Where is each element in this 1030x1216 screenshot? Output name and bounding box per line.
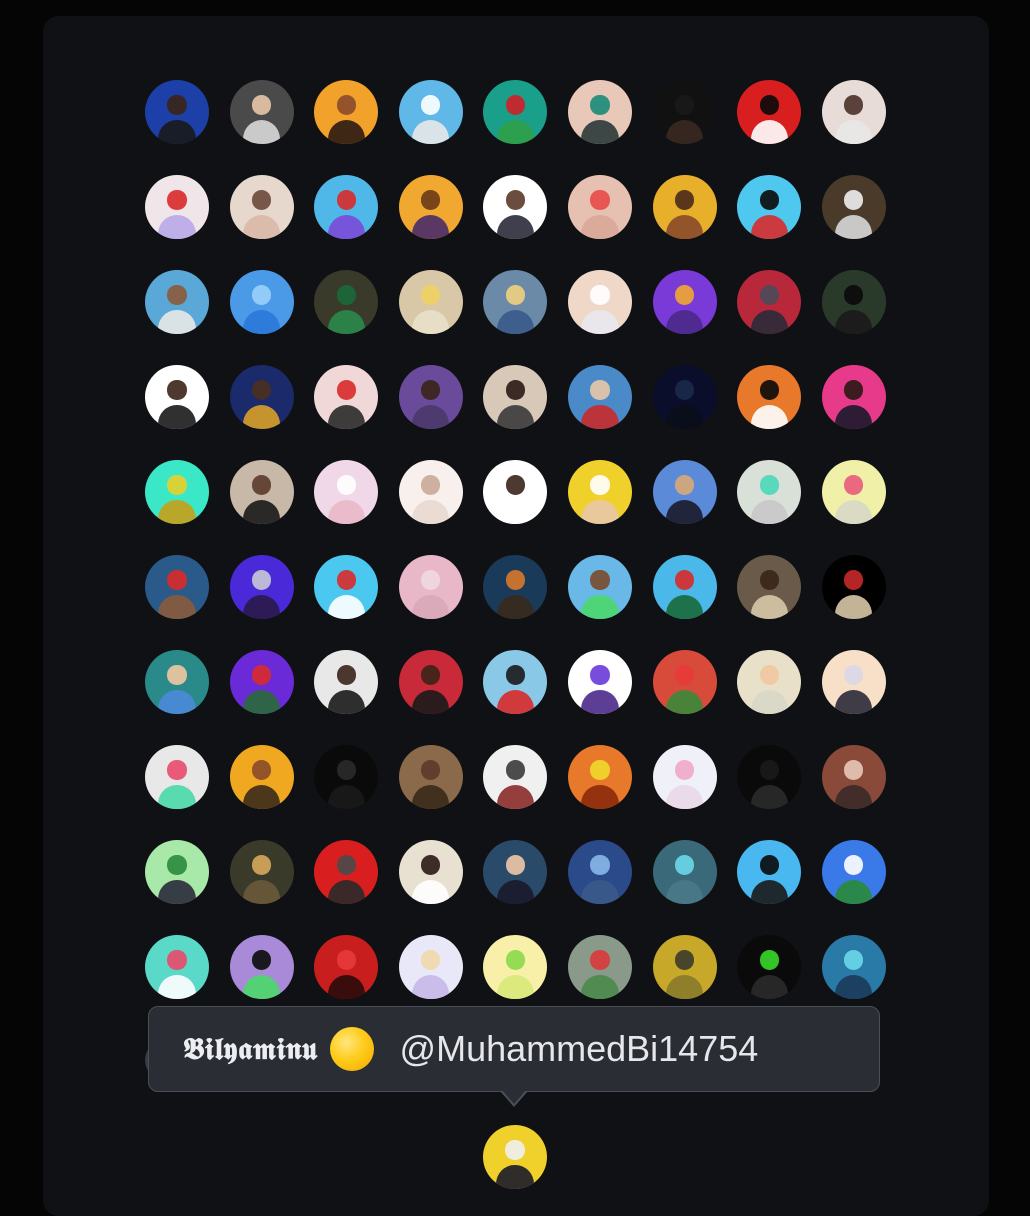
- user-avatar[interactable]: [737, 650, 802, 714]
- user-avatar[interactable]: [737, 270, 802, 334]
- user-avatar[interactable]: [398, 840, 463, 904]
- user-avatar[interactable]: [737, 935, 802, 999]
- user-avatar[interactable]: [652, 650, 717, 714]
- user-avatar[interactable]: [737, 745, 802, 809]
- avatar-grid: [145, 80, 886, 999]
- user-avatar[interactable]: [314, 175, 379, 239]
- user-avatar[interactable]: [737, 840, 802, 904]
- user-avatar[interactable]: [652, 745, 717, 809]
- user-avatar[interactable]: [314, 840, 379, 904]
- tooltip-arrow-fill: [502, 1090, 526, 1104]
- user-avatar[interactable]: [314, 365, 379, 429]
- user-avatar[interactable]: [737, 80, 802, 144]
- user-avatar[interactable]: [145, 270, 209, 334]
- user-avatar[interactable]: [567, 555, 632, 619]
- user-avatar[interactable]: [652, 935, 717, 999]
- user-avatar[interactable]: [652, 270, 717, 334]
- user-avatar[interactable]: [483, 840, 548, 904]
- user-avatar[interactable]: [229, 840, 294, 904]
- user-avatar[interactable]: [229, 270, 294, 334]
- user-tooltip: 𝕭𝖎𝖑𝖞𝖆𝖒𝖎𝖓𝖚 @MuhammedBi14754: [148, 1006, 880, 1092]
- user-avatar[interactable]: [567, 80, 632, 144]
- user-avatar[interactable]: [483, 745, 548, 809]
- user-avatar[interactable]: [145, 745, 209, 809]
- user-avatar[interactable]: [398, 555, 463, 619]
- user-avatar[interactable]: [567, 270, 632, 334]
- user-avatar[interactable]: [145, 460, 209, 524]
- user-avatar[interactable]: [398, 365, 463, 429]
- user-avatar[interactable]: [229, 365, 294, 429]
- user-avatar[interactable]: [737, 365, 802, 429]
- user-avatar[interactable]: [567, 745, 632, 809]
- user-avatar[interactable]: [145, 840, 209, 904]
- user-avatar[interactable]: [398, 175, 463, 239]
- user-avatar[interactable]: [483, 555, 548, 619]
- user-avatar[interactable]: [229, 80, 294, 144]
- user-avatar[interactable]: [821, 175, 886, 239]
- user-avatar[interactable]: [229, 460, 294, 524]
- user-avatar[interactable]: [314, 935, 379, 999]
- user-avatar[interactable]: [567, 365, 632, 429]
- user-avatar[interactable]: [314, 270, 379, 334]
- user-avatar[interactable]: [145, 650, 209, 714]
- user-avatar[interactable]: [314, 80, 379, 144]
- user-avatar[interactable]: [145, 365, 209, 429]
- user-avatar[interactable]: [652, 175, 717, 239]
- user-avatar[interactable]: [567, 650, 632, 714]
- user-avatar[interactable]: [398, 80, 463, 144]
- user-avatar[interactable]: [821, 80, 886, 144]
- user-avatar[interactable]: [398, 745, 463, 809]
- user-avatar[interactable]: [145, 935, 209, 999]
- yellow-circle-emoji-icon: [329, 1027, 374, 1071]
- user-avatar[interactable]: [483, 270, 548, 334]
- user-avatar[interactable]: [314, 745, 379, 809]
- user-avatar[interactable]: [314, 650, 379, 714]
- user-avatar[interactable]: [737, 555, 802, 619]
- user-avatar[interactable]: [737, 460, 802, 524]
- user-avatar[interactable]: [821, 745, 886, 809]
- user-avatar[interactable]: [398, 460, 463, 524]
- hovered-user-avatar[interactable]: [483, 1125, 547, 1189]
- user-avatar[interactable]: [483, 935, 548, 999]
- user-avatar[interactable]: [483, 175, 548, 239]
- user-avatar[interactable]: [483, 80, 548, 144]
- user-avatar[interactable]: [821, 365, 886, 429]
- user-avatar[interactable]: [229, 650, 294, 714]
- user-avatar[interactable]: [567, 175, 632, 239]
- user-avatar[interactable]: [229, 935, 294, 999]
- user-avatar[interactable]: [821, 935, 886, 999]
- user-avatar[interactable]: [567, 460, 632, 524]
- user-avatar[interactable]: [145, 555, 209, 619]
- user-avatar[interactable]: [229, 745, 294, 809]
- user-avatar[interactable]: [145, 80, 209, 144]
- user-avatar[interactable]: [821, 460, 886, 524]
- user-avatar[interactable]: [314, 555, 379, 619]
- user-avatar[interactable]: [229, 555, 294, 619]
- user-avatar[interactable]: [483, 650, 548, 714]
- user-avatar[interactable]: [821, 555, 886, 619]
- tooltip-display-name: 𝕭𝖎𝖑𝖞𝖆𝖒𝖎𝖓𝖚: [183, 1031, 318, 1067]
- user-avatar[interactable]: [483, 365, 548, 429]
- user-avatar[interactable]: [567, 840, 632, 904]
- user-avatar[interactable]: [229, 175, 294, 239]
- user-avatar[interactable]: [398, 935, 463, 999]
- user-avatar[interactable]: [652, 460, 717, 524]
- user-avatar[interactable]: [652, 840, 717, 904]
- user-avatar[interactable]: [821, 840, 886, 904]
- user-avatar[interactable]: [737, 175, 802, 239]
- user-avatar[interactable]: [398, 270, 463, 334]
- user-avatar[interactable]: [821, 650, 886, 714]
- user-avatar[interactable]: [483, 460, 548, 524]
- user-avatar[interactable]: [314, 460, 379, 524]
- user-avatar[interactable]: [652, 555, 717, 619]
- user-avatar[interactable]: [821, 270, 886, 334]
- user-avatar[interactable]: [145, 175, 209, 239]
- tooltip-handle: @MuhammedBi14754: [399, 1028, 759, 1069]
- user-avatar[interactable]: [652, 80, 717, 144]
- user-avatar[interactable]: [652, 365, 717, 429]
- user-avatar[interactable]: [398, 650, 463, 714]
- user-avatar[interactable]: [567, 935, 632, 999]
